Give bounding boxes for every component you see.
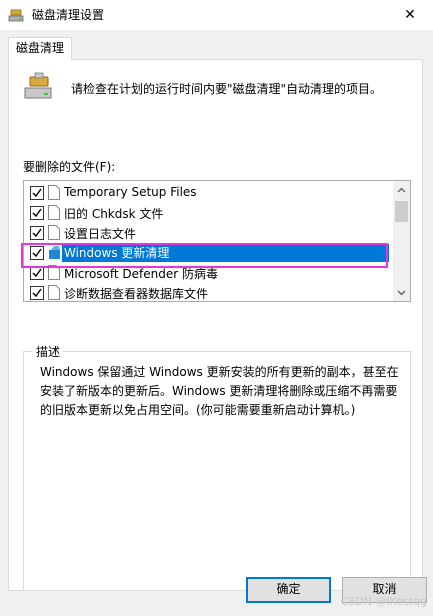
disk-cleanup-icon <box>8 7 24 23</box>
file-icon <box>48 205 60 220</box>
checkbox[interactable] <box>30 186 44 200</box>
checkbox[interactable] <box>30 226 44 240</box>
checkbox[interactable] <box>30 266 44 280</box>
files-listbox[interactable]: Temporary Setup Files 旧的 Chkdsk 文件 设置日志文… <box>23 180 411 302</box>
watermark: CSDN @iKestqg <box>340 595 427 608</box>
files-to-delete-label: 要删除的文件(F): <box>23 160 116 174</box>
close-button[interactable]: ✕ <box>387 0 433 30</box>
chevron-up-icon <box>397 187 406 192</box>
window-title: 磁盘清理设置 <box>32 8 105 22</box>
list-item-label: Microsoft Defender 防病毒 <box>64 267 219 281</box>
ok-button[interactable]: 确定 <box>246 577 331 603</box>
dialog-client: 磁盘清理 请检查在计划的运行时间内要"磁盘清理"自动清理的项目。 要删除的文件(… <box>0 30 433 616</box>
disk-cleanup-large-icon <box>23 71 55 103</box>
list-item-label: 诊断数据查看器数据库文件 <box>64 287 209 301</box>
close-icon: ✕ <box>404 7 416 23</box>
file-icon <box>48 185 60 200</box>
tab-panel: 请检查在计划的运行时间内要"磁盘清理"自动清理的项目。 要删除的文件(F): T… <box>8 59 423 591</box>
file-icon <box>48 285 60 300</box>
list-item-label: Windows 更新清理 <box>62 244 389 262</box>
list-item-label: 设置日志文件 <box>64 227 137 241</box>
list-item[interactable]: 诊断数据查看器数据库文件 <box>24 283 390 301</box>
list-item[interactable]: 旧的 Chkdsk 文件 <box>24 203 390 223</box>
scroll-thumb[interactable] <box>395 201 408 222</box>
list-item-selected[interactable]: Windows 更新清理 <box>24 243 390 263</box>
list-item-label: 旧的 Chkdsk 文件 <box>64 207 164 221</box>
description-text: Windows 保留通过 Windows 更新安装的所有更新的副本，甚至在安装了… <box>40 365 399 417</box>
intro-text: 请检查在计划的运行时间内要"磁盘清理"自动清理的项目。 <box>71 82 383 96</box>
chevron-down-icon <box>397 290 406 295</box>
tab-disk-cleanup[interactable]: 磁盘清理 <box>8 37 73 60</box>
file-icon <box>48 225 60 240</box>
list-item[interactable]: Temporary Setup Files <box>24 183 390 203</box>
list-scrollbar[interactable] <box>393 181 410 301</box>
file-icon <box>48 265 60 280</box>
checkbox[interactable] <box>30 206 44 220</box>
checkbox[interactable] <box>30 246 44 260</box>
checkbox[interactable] <box>30 286 44 300</box>
list-item-label: Temporary Setup Files <box>64 185 197 199</box>
list-item[interactable]: Microsoft Defender 防病毒 <box>24 263 390 283</box>
title-bar: 磁盘清理设置 ✕ <box>0 0 433 30</box>
windows-update-icon <box>48 245 60 260</box>
scroll-up-button[interactable] <box>393 181 410 198</box>
description-label: 描述 <box>33 343 64 360</box>
scroll-down-button[interactable] <box>393 284 410 301</box>
list-item[interactable]: 设置日志文件 <box>24 223 390 243</box>
